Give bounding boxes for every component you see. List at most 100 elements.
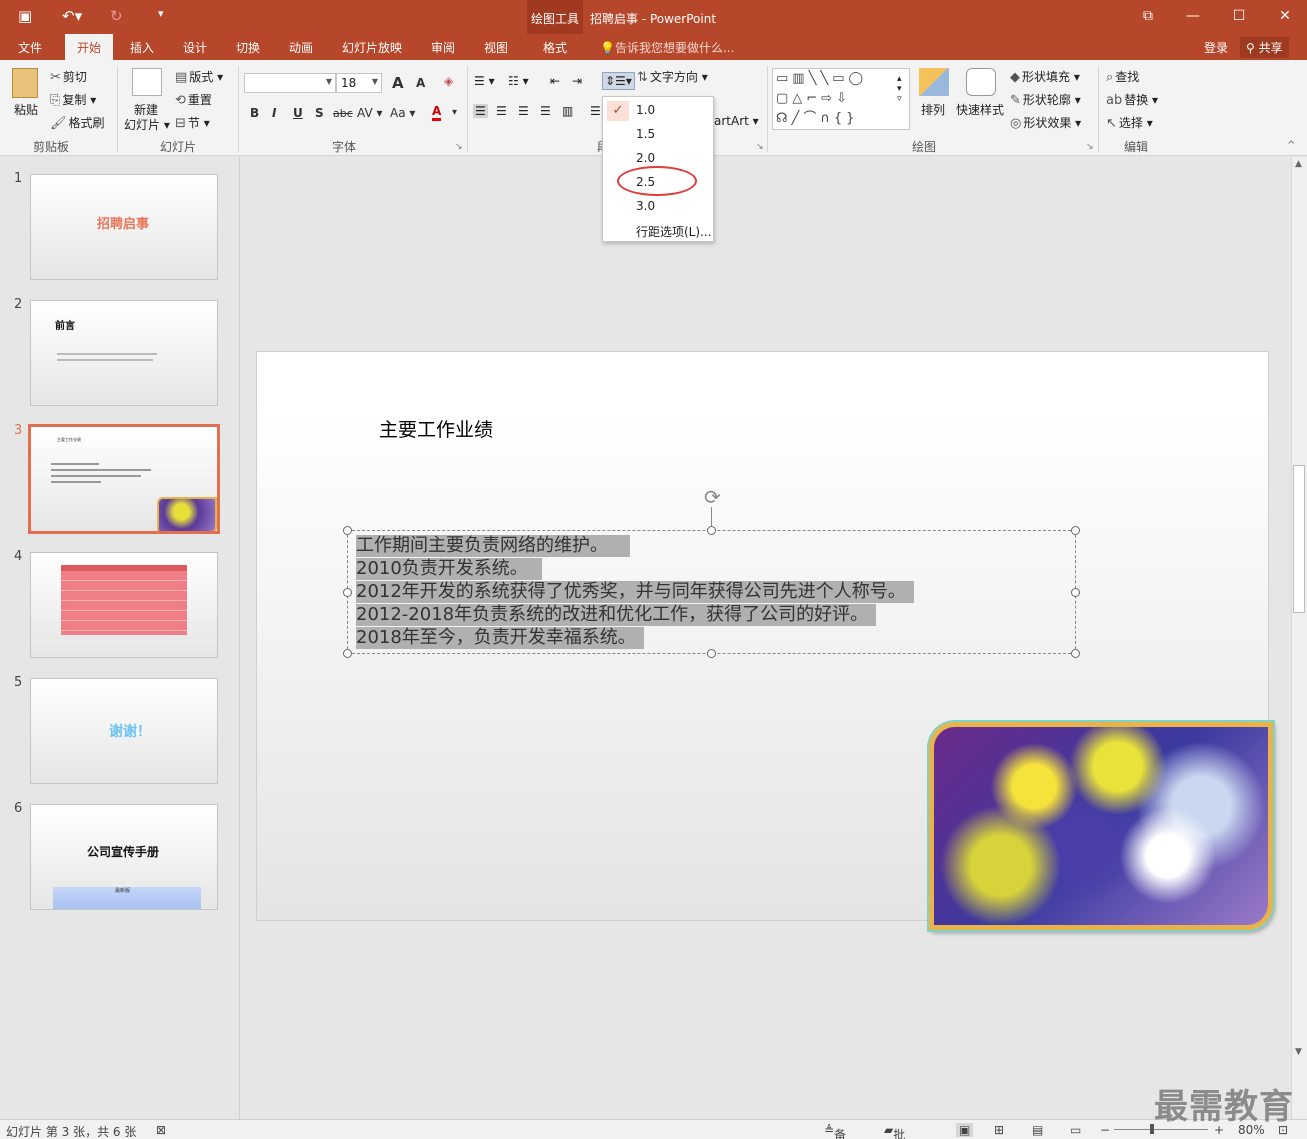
resize-handle[interactable] (707, 649, 716, 658)
slide-thumbnail-5[interactable]: 谢谢！ (30, 678, 218, 784)
tab-review[interactable]: 审阅 (431, 39, 455, 56)
line-spacing-1-5[interactable]: 1.5 (636, 127, 655, 141)
reading-view-icon[interactable]: ▤ (1032, 1123, 1043, 1137)
zoom-slider[interactable] (1114, 1129, 1208, 1130)
replace-button[interactable]: ab 替换 ▾ (1106, 91, 1158, 108)
strikethrough-button[interactable]: abc (333, 107, 353, 120)
textbox-line[interactable]: 工作期间主要负责网络的维护。 (356, 535, 630, 557)
align-center-icon[interactable]: ☰ (496, 104, 507, 118)
font-size-combo[interactable]: 18 ▼ (336, 73, 382, 93)
tab-insert[interactable]: 插入 (130, 39, 154, 56)
tab-view[interactable]: 视图 (484, 39, 508, 56)
new-slide-icon[interactable] (132, 68, 162, 96)
share-button[interactable]: ⚲ 共享 (1240, 37, 1289, 58)
italic-button[interactable]: I (272, 106, 276, 120)
tab-file[interactable]: 文件 (18, 39, 42, 56)
line-spacing-options[interactable]: 行距选项(L)... (636, 223, 712, 240)
tab-format[interactable]: 格式 (543, 39, 567, 56)
slideshow-icon[interactable]: ▭ (1070, 1123, 1081, 1137)
resize-handle[interactable] (1071, 649, 1080, 658)
tab-home[interactable]: 开始 (65, 34, 114, 60)
resize-handle[interactable] (343, 526, 352, 535)
new-slide-dropdown[interactable]: 幻灯片 ▾ (124, 116, 170, 133)
line-spacing-2-0[interactable]: 2.0 (636, 151, 655, 165)
resize-handle[interactable] (1071, 526, 1080, 535)
layout-button[interactable]: ▤ 版式 ▾ (175, 68, 223, 85)
tab-design[interactable]: 设计 (183, 39, 207, 56)
underline-button[interactable]: U (293, 106, 303, 120)
chevron-down-icon[interactable]: ▾ (452, 107, 457, 118)
textbox-line[interactable]: 2018年至今，负责开发幸福系统。 (356, 627, 644, 649)
tell-me-search[interactable]: 💡告诉我您想要做什么... (600, 39, 734, 56)
arrange-icon[interactable] (919, 68, 949, 96)
bold-button[interactable]: B (250, 106, 259, 120)
text-direction-button[interactable]: ⇅ 文字方向 ▾ (637, 68, 708, 85)
slide-thumbnail-6[interactable]: 公司宣传手册 最新版 (30, 804, 218, 910)
slide-picture[interactable] (929, 722, 1273, 930)
dialog-launcher-icon[interactable]: ↘ (455, 142, 463, 152)
shapes-gallery[interactable]: ▭▥╲╲▭◯ ▢△⌐⇨⇩ ☊╱⌒∩{} (772, 68, 910, 130)
vertical-scrollbar[interactable]: ▲ ▼ (1291, 157, 1307, 1119)
dialog-launcher-icon[interactable]: ↘ (1086, 142, 1094, 152)
textbox-line[interactable]: 2012年开发的系统获得了优秀奖，并与同年获得公司先进个人称号。 (356, 581, 914, 603)
section-button[interactable]: ⊟ 节 ▾ (175, 114, 210, 131)
line-spacing-1-0[interactable]: 1.0 (636, 103, 655, 117)
tab-transitions[interactable]: 切换 (236, 39, 260, 56)
slide-canvas[interactable]: 主要工作业绩 ⟳ 工作期间主要负责网络的维护。 2010负责开发系统。 2012… (256, 351, 1273, 930)
ribbon-options-icon[interactable]: ⧉ (1138, 8, 1158, 24)
arrange-button[interactable]: 排列 (921, 101, 945, 118)
reset-button[interactable]: ⟲ 重置 (175, 91, 212, 108)
rotate-handle-icon[interactable]: ⟳ (704, 485, 721, 509)
shrink-font-button[interactable]: A (416, 76, 425, 90)
shape-effects-button[interactable]: ◎ 形状效果 ▾ (1010, 114, 1081, 131)
scrollbar-thumb[interactable] (1293, 465, 1305, 613)
resize-handle[interactable] (1071, 588, 1080, 597)
scroll-down-icon[interactable]: ▼ (1295, 1047, 1302, 1057)
decrease-indent-icon[interactable]: ⇤ (550, 74, 560, 88)
copy-button[interactable]: ⎘ 复制 ▾ (50, 91, 96, 108)
minimize-icon[interactable]: — (1183, 8, 1203, 24)
bullets-icon[interactable]: ☰ ▾ (474, 74, 495, 88)
quick-styles-button[interactable]: 快速样式 (956, 101, 1004, 118)
zoom-out-icon[interactable]: − (1100, 1123, 1110, 1137)
paste-button[interactable]: 粘贴 (14, 101, 38, 118)
align-left-icon[interactable]: ☰ (473, 104, 488, 118)
slide-thumbnail-2[interactable]: 前言 (30, 300, 218, 406)
dialog-launcher-icon[interactable]: ↘ (756, 142, 764, 152)
undo-icon[interactable]: ↶▾ (62, 7, 82, 25)
slide-thumbnail-1[interactable]: 招聘启事 (30, 174, 218, 280)
grow-font-button[interactable]: A (392, 74, 404, 92)
align-text-icon[interactable]: ☰ (590, 104, 601, 118)
format-painter-button[interactable]: 🖌 格式刷 (50, 114, 105, 131)
smartart-button[interactable]: artArt ▾ (714, 114, 759, 128)
slide-sorter-icon[interactable]: ⊞ (994, 1123, 1004, 1137)
resize-handle[interactable] (343, 649, 352, 658)
clear-format-icon[interactable]: ◈ (444, 74, 453, 88)
slide-thumbnail-3[interactable]: 主要工作业绩 (28, 424, 220, 534)
char-spacing-button[interactable]: AV ▾ (357, 106, 383, 120)
spellcheck-icon[interactable]: ⊠ (156, 1123, 166, 1137)
gallery-scroll-icon[interactable]: ▴ ▾ ▿ (897, 74, 902, 104)
normal-view-icon[interactable]: ▣ (956, 1123, 974, 1137)
find-button[interactable]: ⌕ 查找 (1106, 68, 1139, 85)
paste-icon[interactable] (12, 68, 38, 98)
justify-icon[interactable]: ☰ (540, 104, 551, 118)
increase-indent-icon[interactable]: ⇥ (572, 74, 582, 88)
save-icon[interactable]: ▣ (18, 7, 32, 25)
textbox-line[interactable]: 2010负责开发系统。 (356, 558, 542, 580)
collapse-ribbon-icon[interactable]: ^ (1287, 140, 1295, 151)
font-color-button[interactable]: A (432, 104, 442, 121)
tab-animations[interactable]: 动画 (289, 39, 313, 56)
change-case-button[interactable]: Aa ▾ (390, 106, 415, 120)
close-icon[interactable]: ✕ (1275, 8, 1295, 24)
textbox-line[interactable]: 2012-2018年负责系统的改进和优化工作，获得了公司的好评。 (356, 604, 877, 626)
shape-fill-button[interactable]: ◆ 形状填充 ▾ (1010, 68, 1080, 85)
slide-title[interactable]: 主要工作业绩 (379, 415, 493, 442)
resize-handle[interactable] (707, 526, 716, 535)
login-link[interactable]: 登录 (1204, 39, 1228, 56)
font-name-combo[interactable]: ▼ (244, 73, 336, 93)
line-spacing-3-0[interactable]: 3.0 (636, 199, 655, 213)
notes-button[interactable]: ≜ 备注 (824, 1123, 846, 1139)
customize-qat-icon[interactable]: ▾ (158, 7, 164, 20)
shape-outline-button[interactable]: ✎ 形状轮廓 ▾ (1010, 91, 1081, 108)
